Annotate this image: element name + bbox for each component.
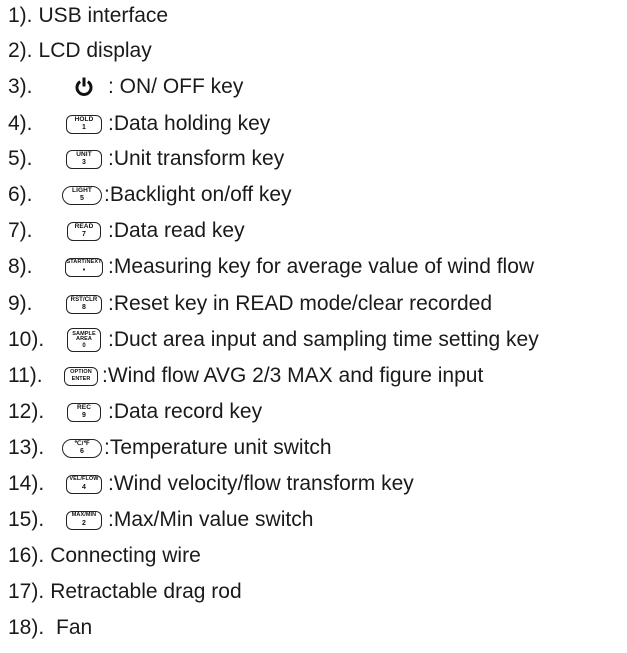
item-number: 3). <box>8 75 33 98</box>
item-number: 16). <box>8 544 45 567</box>
list-item: 6). LIGHT 5 :Backlight on/off key <box>8 181 292 209</box>
list-item: 9). RST/CLR 8 :Reset key in READ mode/cle… <box>8 290 492 318</box>
option-enter-key-icon: OPTION ENTER <box>64 366 98 386</box>
item-description: Retractable drag rod <box>50 580 242 603</box>
item-number: 17). <box>8 580 45 603</box>
item-number: 14). <box>8 472 45 495</box>
item-number: 5). <box>8 147 33 170</box>
list-item: 5). UNIT 3 :Unit transform key <box>8 145 284 173</box>
item-description: :Temperature unit switch <box>104 436 332 459</box>
list-item: 14). VEL/FLOW 4 :Wind velocity/flow trans… <box>8 470 414 498</box>
item-description: LCD display <box>38 39 152 62</box>
hold-key-icon: HOLD 1 <box>66 114 102 134</box>
max-min-key-icon: MAX/MIN 2 <box>66 510 102 530</box>
item-description: :Wind flow AVG 2/3 MAX and figure input <box>102 364 484 387</box>
list-item: 2). LCD display <box>8 37 152 65</box>
rst-clr-key-icon: RST/CLR 8 <box>66 294 102 314</box>
item-number: 10). <box>8 328 45 351</box>
power-icon <box>60 76 108 98</box>
list-item: 8). START/NEXT • :Measuring key for avera… <box>8 253 534 281</box>
item-number: 2). <box>8 39 33 62</box>
item-description: :Backlight on/off key <box>104 183 292 206</box>
sample-area-key-icon: SAMPLE AREA 0 <box>67 328 101 352</box>
list-item: 16). Connecting wire <box>8 542 201 570</box>
item-description: :Data holding key <box>108 112 271 135</box>
start-next-key-icon: START/NEXT • <box>65 257 103 277</box>
item-description: :Measuring key for average value of wind… <box>108 255 535 278</box>
rec-key-icon: REC 9 <box>67 402 101 422</box>
list-item: 1). USB interface <box>8 2 168 30</box>
item-description: USB interface <box>38 4 169 27</box>
item-description: :Unit transform key <box>108 147 285 170</box>
list-item: 11). OPTION ENTER :Wind flow AVG 2/3 MAX … <box>8 362 483 390</box>
unit-key-icon: UNIT 3 <box>66 149 102 169</box>
list-item: 12). REC 9 :Data record key <box>8 398 262 426</box>
item-number: 7). <box>8 219 33 242</box>
item-description: : ON/ OFF key <box>108 75 244 98</box>
item-number: 11). <box>8 364 43 387</box>
item-number: 18). <box>8 616 45 639</box>
item-description: :Data read key <box>108 219 245 242</box>
list-item: 17). Retractable drag rod <box>8 578 242 606</box>
light-key-icon: LIGHT 5 <box>62 185 102 205</box>
item-number: 4). <box>8 112 33 135</box>
temperature-key-icon: ℃/℉ 6 <box>62 438 102 458</box>
list-item: 15). MAX/MIN 2 :Max/Min value switch <box>8 506 313 534</box>
item-description: Fan <box>50 616 93 639</box>
item-number: 12). <box>8 400 45 423</box>
item-number: 6). <box>8 183 33 206</box>
list-item: 18). Fan <box>8 614 92 642</box>
item-number: 15). <box>8 508 45 531</box>
list-item: 3). : ON/ OFF key <box>8 73 243 101</box>
item-description: Connecting wire <box>50 544 201 567</box>
item-number: 9). <box>8 292 33 315</box>
item-number: 13). <box>8 436 45 459</box>
list-item: 7). READ 7 :Data read key <box>8 217 245 245</box>
item-description: :Max/Min value switch <box>108 508 314 531</box>
list-item: 13). ℃/℉ 6 :Temperature unit switch <box>8 434 332 462</box>
item-description: :Data record key <box>108 400 263 423</box>
list-item: 10). SAMPLE AREA 0 :Duct area input and sa… <box>8 326 539 354</box>
vel-flow-key-icon: VEL/FLOW 4 <box>66 474 102 494</box>
item-description: :Reset key in READ mode/clear recorded <box>108 292 492 315</box>
item-number: 8). <box>8 255 33 278</box>
list-item: 4). HOLD 1 :Data holding key <box>8 110 270 138</box>
item-description: :Duct area input and sampling time setti… <box>108 328 539 351</box>
item-description: :Wind velocity/flow transform key <box>108 472 414 495</box>
item-number: 1). <box>8 4 33 27</box>
read-key-icon: READ 7 <box>67 221 101 241</box>
